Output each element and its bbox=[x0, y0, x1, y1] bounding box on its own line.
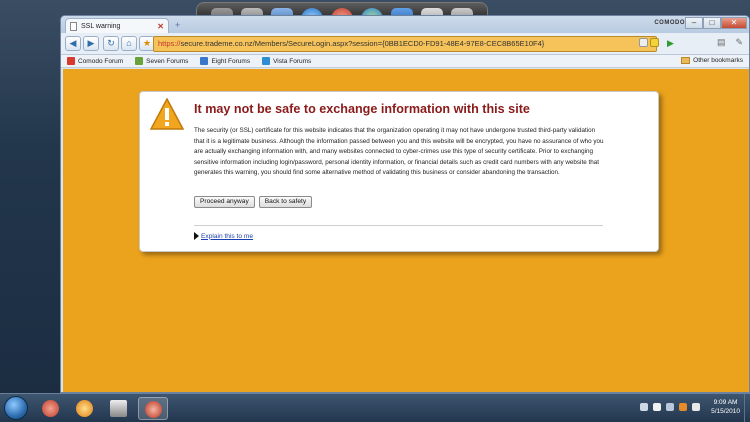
tab-title: SSL warning bbox=[81, 22, 121, 30]
warning-headline: It may not be safe to exchange informati… bbox=[194, 102, 530, 116]
clock[interactable]: 9:09 AM 5/15/2010 bbox=[711, 398, 740, 416]
taskbar-app-2[interactable] bbox=[70, 397, 100, 420]
home-button[interactable]: ⌂ bbox=[121, 36, 137, 51]
bookmark-vista-forums[interactable]: Vista Forums bbox=[262, 57, 311, 65]
show-desktop-button[interactable] bbox=[744, 394, 750, 422]
app-icon bbox=[110, 400, 127, 417]
close-window-button[interactable]: ✕ bbox=[721, 17, 747, 29]
action-center-flag-icon[interactable] bbox=[653, 403, 662, 411]
clock-date: 5/15/2010 bbox=[711, 408, 740, 415]
expand-triangle-icon bbox=[194, 232, 199, 240]
comodo-icon bbox=[67, 57, 75, 65]
network-icon[interactable] bbox=[666, 403, 675, 411]
reload-button[interactable]: ↻ bbox=[103, 36, 119, 51]
navigation-toolbar: ◀ ▶ ↻ ⌂ ★ https://secure.trademe.co.nz/M… bbox=[61, 33, 749, 55]
firewall-icon[interactable] bbox=[679, 403, 688, 411]
other-bookmarks-label: Other bookmarks bbox=[693, 57, 743, 64]
maximize-button[interactable]: □ bbox=[703, 17, 721, 29]
tray-arrow-icon[interactable] bbox=[640, 403, 649, 411]
warning-triangle-icon[interactable] bbox=[650, 38, 659, 47]
page-content: It may not be safe to exchange informati… bbox=[63, 69, 749, 392]
page-menu-icon[interactable]: ▤ bbox=[717, 37, 726, 48]
page-icon bbox=[70, 21, 77, 31]
wrench-menu-icon[interactable]: ✎ bbox=[735, 37, 743, 48]
taskbar-dragon-browser[interactable] bbox=[138, 397, 168, 420]
bookmark-eight-forums[interactable]: Eight Forums bbox=[200, 57, 250, 65]
bookmark-label: Eight Forums bbox=[211, 57, 251, 65]
app-icon bbox=[42, 400, 59, 417]
url-text: secure.trademe.co.nz/Members/SecureLogin… bbox=[180, 39, 545, 48]
bookmarks-bar: Comodo Forum Seven Forums Eight Forums V… bbox=[61, 55, 749, 68]
search-icon[interactable] bbox=[639, 38, 648, 47]
start-button[interactable] bbox=[4, 396, 28, 420]
brand-label: COMODO bbox=[654, 20, 685, 26]
taskbar-app-3[interactable] bbox=[104, 397, 134, 420]
eight-forums-icon bbox=[200, 57, 209, 65]
bookmark-label: Comodo Forum bbox=[78, 57, 124, 65]
tab-close-icon[interactable]: ✕ bbox=[157, 22, 164, 31]
explain-label: Explain this to me bbox=[201, 232, 254, 240]
bookmark-comodo-forum[interactable]: Comodo Forum bbox=[67, 57, 123, 65]
system-tray: 9:09 AM 5/15/2010 bbox=[640, 398, 740, 416]
bookmark-seven-forums[interactable]: Seven Forums bbox=[135, 57, 188, 65]
warning-actions: Proceed anyway Back to safety bbox=[194, 196, 313, 208]
tab-ssl-warning[interactable]: SSL warning ✕ bbox=[65, 18, 169, 33]
app-icon bbox=[76, 400, 93, 417]
back-button[interactable]: ◀ bbox=[65, 36, 81, 51]
seven-forums-icon bbox=[135, 57, 144, 65]
address-bar[interactable]: https://secure.trademe.co.nz/Members/Sec… bbox=[153, 36, 657, 52]
volume-icon[interactable] bbox=[692, 403, 701, 411]
bookmark-label: Vista Forums bbox=[273, 57, 312, 65]
taskbar-app-1[interactable] bbox=[36, 397, 66, 420]
back-to-safety-button[interactable]: Back to safety bbox=[258, 196, 313, 208]
clock-time: 9:09 AM bbox=[713, 399, 738, 406]
vista-forums-icon bbox=[262, 57, 271, 65]
go-arrow-icon[interactable]: ▶ bbox=[667, 37, 679, 50]
dragon-icon bbox=[145, 401, 162, 418]
bookmark-label: Seven Forums bbox=[146, 57, 189, 65]
new-tab-button[interactable]: + bbox=[175, 20, 180, 30]
warning-body: The security (or SSL) certificate for th… bbox=[194, 127, 604, 176]
browser-tools: ▤ ✎ bbox=[717, 37, 743, 48]
taskbar: 9:09 AM 5/15/2010 bbox=[0, 393, 750, 422]
browser-window: SSL warning ✕ + COMODO – □ ✕ ◀ ▶ ↻ ⌂ ★ h… bbox=[60, 15, 750, 393]
warning-icon bbox=[150, 98, 184, 130]
forward-button[interactable]: ▶ bbox=[83, 36, 99, 51]
ssl-warning-panel: It may not be safe to exchange informati… bbox=[139, 91, 659, 252]
divider bbox=[194, 225, 603, 226]
proceed-anyway-button[interactable]: Proceed anyway bbox=[194, 196, 255, 208]
address-bar-icons bbox=[639, 38, 659, 47]
window-controls: – □ ✕ bbox=[685, 17, 747, 29]
explain-link[interactable]: Explain this to me bbox=[194, 232, 253, 240]
folder-icon bbox=[681, 57, 691, 64]
other-bookmarks[interactable]: Other bookmarks bbox=[681, 57, 743, 64]
minimize-button[interactable]: – bbox=[685, 17, 703, 29]
title-bar: SSL warning ✕ + COMODO – □ ✕ bbox=[61, 16, 749, 33]
url-protocol: https:// bbox=[158, 39, 181, 48]
